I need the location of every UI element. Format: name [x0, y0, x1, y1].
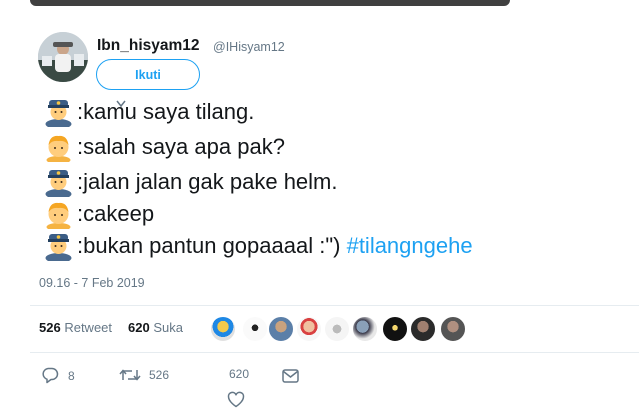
divider	[30, 352, 639, 353]
like-action-count: 620	[229, 367, 250, 381]
police-officer-emoji-icon	[45, 234, 72, 261]
author-handle[interactable]: @IHisyam12	[213, 40, 285, 54]
reply-count: 8	[68, 368, 75, 383]
avatar[interactable]	[440, 316, 466, 342]
avatar[interactable]	[296, 316, 322, 342]
avatar[interactable]	[352, 316, 378, 342]
tweet-line: :jalan jalan gak pake helm.	[42, 166, 338, 198]
tweet-line-text: :salah saya apa pak?	[77, 134, 285, 159]
hashtag-link[interactable]: #tilangngehe	[347, 230, 473, 262]
avatar[interactable]	[38, 32, 88, 82]
tweet-line-text: :bukan pantun gopaaaal :")	[77, 233, 347, 258]
direct-message-icon[interactable]	[282, 369, 299, 383]
heart-icon[interactable]	[227, 391, 245, 408]
reply-icon	[42, 367, 59, 384]
avatar[interactable]	[324, 316, 350, 342]
police-officer-emoji-icon	[45, 100, 72, 127]
reply-button[interactable]: 8	[41, 367, 75, 384]
retweet-label: Retweet	[64, 320, 113, 335]
follow-button[interactable]: Ikuti	[96, 59, 200, 90]
person-emoji-icon	[46, 135, 71, 162]
tweet-timestamp[interactable]: 09.16 - 7 Feb 2019	[39, 276, 145, 290]
retweet-button[interactable]: 526	[119, 367, 169, 383]
tweet-line: :bukan pantun gopaaaal :") #tilangngehe	[42, 230, 473, 262]
avatar[interactable]	[210, 316, 236, 342]
tweet-line: :cakeep	[42, 198, 154, 230]
avatar[interactable]	[382, 316, 408, 342]
like-stat[interactable]: 620 Suka	[128, 320, 183, 335]
like-count: 620	[128, 320, 150, 335]
tweet-line: :salah saya apa pak?	[42, 131, 285, 163]
tweet-line-text: :kamu saya tilang.	[77, 99, 255, 124]
divider	[30, 305, 639, 306]
tweet-card: Ibn_hisyam12 @IHisyam12 Ikuti :kamu saya…	[0, 0, 639, 413]
avatar[interactable]	[268, 316, 294, 342]
like-count-action[interactable]: 620	[229, 367, 249, 381]
retweet-count: 526	[39, 320, 61, 335]
person-emoji-icon	[46, 202, 71, 229]
retweet-icon	[119, 369, 141, 381]
retweet-stat[interactable]: 526 Retweet	[39, 320, 112, 335]
police-officer-emoji-icon	[45, 170, 72, 197]
avatar[interactable]	[410, 316, 436, 342]
avatar[interactable]	[242, 316, 268, 342]
retweet-action-count: 526	[149, 368, 170, 382]
tweet-line-text: :jalan jalan gak pake helm.	[77, 169, 338, 194]
author-name[interactable]: Ibn_hisyam12	[97, 37, 200, 55]
tweet-line: :kamu saya tilang.	[42, 96, 254, 128]
like-label: Suka	[153, 320, 183, 335]
tweet-line-text: :cakeep	[77, 201, 155, 226]
